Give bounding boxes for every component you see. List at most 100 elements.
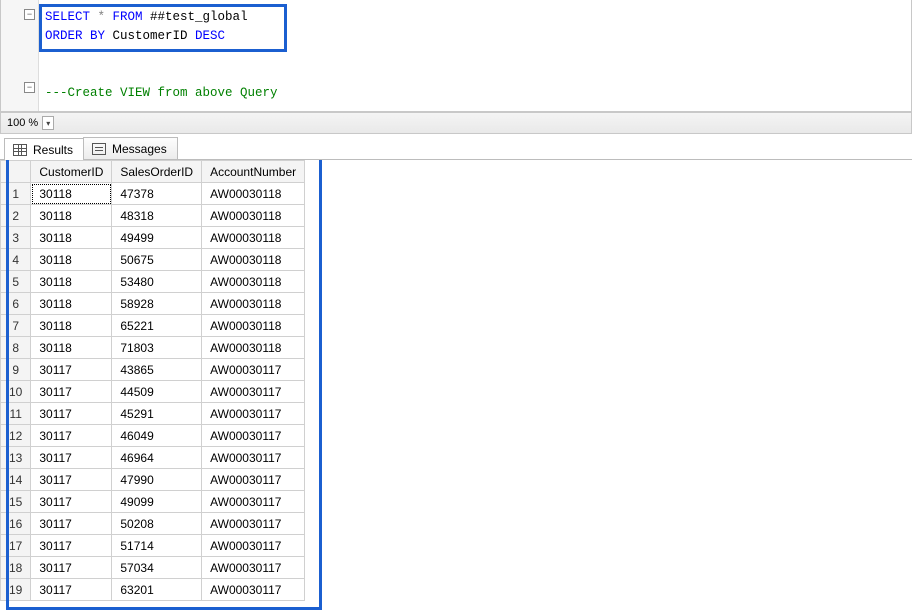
- rownum-header[interactable]: [1, 161, 31, 183]
- cell-salesorderid[interactable]: 57034: [112, 557, 202, 579]
- cell-customerid[interactable]: 30118: [31, 315, 112, 337]
- fold-toggle-icon[interactable]: −: [24, 9, 35, 20]
- table-row[interactable]: 133011746964AW00030117: [1, 447, 305, 469]
- cell-salesorderid[interactable]: 45291: [112, 403, 202, 425]
- row-number[interactable]: 11: [1, 403, 31, 425]
- cell-accountnumber[interactable]: AW00030117: [202, 513, 305, 535]
- cell-accountnumber[interactable]: AW00030117: [202, 579, 305, 601]
- cell-salesorderid[interactable]: 43865: [112, 359, 202, 381]
- cell-customerid[interactable]: 30118: [31, 249, 112, 271]
- row-number[interactable]: 1: [1, 183, 31, 205]
- code-line[interactable]: ORDER BY CustomerID DESC: [45, 27, 911, 46]
- table-row[interactable]: 123011746049AW00030117: [1, 425, 305, 447]
- row-number[interactable]: 15: [1, 491, 31, 513]
- cell-salesorderid[interactable]: 48318: [112, 205, 202, 227]
- table-row[interactable]: 163011750208AW00030117: [1, 513, 305, 535]
- row-number[interactable]: 9: [1, 359, 31, 381]
- code-area[interactable]: SELECT * FROM ##test_global ORDER BY Cus…: [39, 0, 911, 111]
- cell-customerid[interactable]: 30118: [31, 271, 112, 293]
- cell-customerid[interactable]: 30117: [31, 579, 112, 601]
- cell-customerid[interactable]: 30117: [31, 403, 112, 425]
- cell-customerid[interactable]: 30118: [31, 227, 112, 249]
- cell-accountnumber[interactable]: AW00030118: [202, 271, 305, 293]
- table-row[interactable]: 13011847378AW00030118: [1, 183, 305, 205]
- cell-accountnumber[interactable]: AW00030118: [202, 205, 305, 227]
- cell-customerid[interactable]: 30117: [31, 425, 112, 447]
- row-number[interactable]: 18: [1, 557, 31, 579]
- row-number[interactable]: 8: [1, 337, 31, 359]
- tab-results[interactable]: Results: [4, 138, 84, 160]
- row-number[interactable]: 10: [1, 381, 31, 403]
- cell-customerid[interactable]: 30118: [31, 205, 112, 227]
- cell-customerid[interactable]: 30118: [31, 293, 112, 315]
- row-number[interactable]: 13: [1, 447, 31, 469]
- row-number[interactable]: 3: [1, 227, 31, 249]
- cell-salesorderid[interactable]: 63201: [112, 579, 202, 601]
- cell-accountnumber[interactable]: AW00030118: [202, 337, 305, 359]
- cell-customerid[interactable]: 30118: [31, 183, 112, 205]
- col-header[interactable]: SalesOrderID: [112, 161, 202, 183]
- table-row[interactable]: 113011745291AW00030117: [1, 403, 305, 425]
- cell-accountnumber[interactable]: AW00030118: [202, 183, 305, 205]
- cell-accountnumber[interactable]: AW00030117: [202, 403, 305, 425]
- cell-accountnumber[interactable]: AW00030118: [202, 293, 305, 315]
- row-number[interactable]: 14: [1, 469, 31, 491]
- code-line[interactable]: ---Create VIEW from above Query: [45, 84, 911, 103]
- cell-accountnumber[interactable]: AW00030118: [202, 249, 305, 271]
- cell-customerid[interactable]: 30117: [31, 513, 112, 535]
- cell-accountnumber[interactable]: AW00030117: [202, 381, 305, 403]
- cell-accountnumber[interactable]: AW00030117: [202, 447, 305, 469]
- cell-salesorderid[interactable]: 49099: [112, 491, 202, 513]
- row-number[interactable]: 19: [1, 579, 31, 601]
- cell-customerid[interactable]: 30117: [31, 381, 112, 403]
- table-row[interactable]: 53011853480AW00030118: [1, 271, 305, 293]
- table-row[interactable]: 183011757034AW00030117: [1, 557, 305, 579]
- cell-accountnumber[interactable]: AW00030118: [202, 315, 305, 337]
- cell-customerid[interactable]: 30117: [31, 447, 112, 469]
- fold-toggle-icon[interactable]: −: [24, 82, 35, 93]
- col-header[interactable]: CustomerID: [31, 161, 112, 183]
- cell-salesorderid[interactable]: 44509: [112, 381, 202, 403]
- results-pane[interactable]: CustomerID SalesOrderID AccountNumber 13…: [0, 160, 912, 615]
- table-row[interactable]: 83011871803AW00030118: [1, 337, 305, 359]
- cell-customerid[interactable]: 30117: [31, 359, 112, 381]
- cell-salesorderid[interactable]: 50208: [112, 513, 202, 535]
- cell-customerid[interactable]: 30117: [31, 557, 112, 579]
- cell-salesorderid[interactable]: 53480: [112, 271, 202, 293]
- cell-salesorderid[interactable]: 49499: [112, 227, 202, 249]
- row-number[interactable]: 2: [1, 205, 31, 227]
- cell-customerid[interactable]: 30117: [31, 535, 112, 557]
- row-number[interactable]: 4: [1, 249, 31, 271]
- tab-messages[interactable]: Messages: [83, 137, 178, 159]
- table-row[interactable]: 103011744509AW00030117: [1, 381, 305, 403]
- table-row[interactable]: 63011858928AW00030118: [1, 293, 305, 315]
- cell-salesorderid[interactable]: 46049: [112, 425, 202, 447]
- cell-customerid[interactable]: 30118: [31, 337, 112, 359]
- table-row[interactable]: 173011751714AW00030117: [1, 535, 305, 557]
- row-number[interactable]: 7: [1, 315, 31, 337]
- row-number[interactable]: 5: [1, 271, 31, 293]
- zoom-dropdown[interactable]: ▾: [42, 116, 54, 130]
- cell-accountnumber[interactable]: AW00030117: [202, 535, 305, 557]
- cell-accountnumber[interactable]: AW00030117: [202, 469, 305, 491]
- cell-salesorderid[interactable]: 65221: [112, 315, 202, 337]
- cell-accountnumber[interactable]: AW00030117: [202, 491, 305, 513]
- sql-editor[interactable]: − − SELECT * FROM ##test_global ORDER BY…: [0, 0, 912, 112]
- table-row[interactable]: 23011848318AW00030118: [1, 205, 305, 227]
- col-header[interactable]: AccountNumber: [202, 161, 305, 183]
- table-row[interactable]: 73011865221AW00030118: [1, 315, 305, 337]
- cell-accountnumber[interactable]: AW00030117: [202, 557, 305, 579]
- cell-salesorderid[interactable]: 47990: [112, 469, 202, 491]
- cell-salesorderid[interactable]: 50675: [112, 249, 202, 271]
- row-number[interactable]: 12: [1, 425, 31, 447]
- cell-salesorderid[interactable]: 46964: [112, 447, 202, 469]
- code-line[interactable]: SELECT * FROM ##test_global: [45, 8, 911, 27]
- cell-salesorderid[interactable]: 58928: [112, 293, 202, 315]
- row-number[interactable]: 6: [1, 293, 31, 315]
- table-row[interactable]: 93011743865AW00030117: [1, 359, 305, 381]
- cell-salesorderid[interactable]: 47378: [112, 183, 202, 205]
- table-row[interactable]: 33011849499AW00030118: [1, 227, 305, 249]
- cell-accountnumber[interactable]: AW00030117: [202, 425, 305, 447]
- blank-line[interactable]: [45, 46, 911, 84]
- table-row[interactable]: 193011763201AW00030117: [1, 579, 305, 601]
